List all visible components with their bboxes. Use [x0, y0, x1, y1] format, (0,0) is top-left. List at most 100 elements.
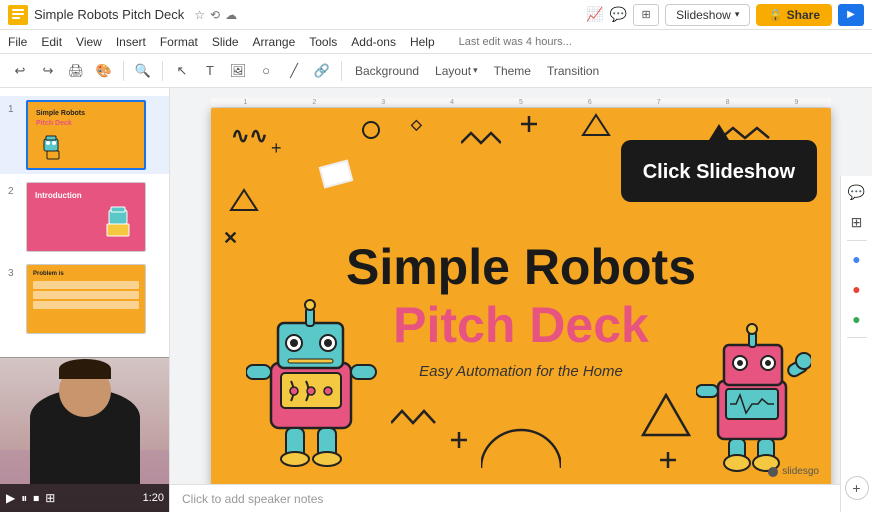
- line-tool[interactable]: ╱: [282, 59, 306, 83]
- last-edit-text: Last edit was 4 hours...: [459, 36, 572, 48]
- slide-image-1: Simple Robots Pitch Deck: [26, 100, 146, 170]
- deco-plus-bottom: [451, 432, 467, 453]
- share-button[interactable]: 🔒 Share: [756, 4, 832, 26]
- menu-help[interactable]: Help: [410, 35, 435, 49]
- undo-button[interactable]: ↩: [8, 59, 32, 83]
- robot-left: [246, 273, 381, 468]
- slides-panel-button[interactable]: ⊞: [845, 210, 869, 234]
- notes-placeholder: Click to add speaker notes: [182, 492, 323, 506]
- slide-thumb-2[interactable]: 2 Introduction: [0, 178, 169, 256]
- grid-layout-icon[interactable]: ⊞: [45, 491, 55, 505]
- toolbar-sep-3: [341, 61, 342, 81]
- slides-logo-icon: [8, 5, 28, 25]
- right-panel: 💬 ⊞ ● ● ● +: [840, 176, 872, 512]
- title-icons: ☆ ⟲ ☁: [194, 8, 237, 22]
- menu-tools[interactable]: Tools: [309, 35, 337, 49]
- link-tool[interactable]: 🔗: [310, 59, 334, 83]
- share-label: Share: [787, 8, 820, 22]
- slide-thumb-3[interactable]: 3 Problem is: [0, 260, 169, 338]
- deco-plus-2: [521, 116, 537, 137]
- history-icon[interactable]: ⟲: [210, 8, 220, 22]
- zoom-button[interactable]: 🔍: [131, 59, 155, 83]
- add-panel-button[interactable]: +: [845, 476, 869, 500]
- print-button[interactable]: 🖨: [64, 59, 88, 83]
- apps-grid-icon: ⊞: [642, 8, 651, 21]
- meet-icon: ▶: [847, 9, 855, 20]
- deco-triangle-bottom: [641, 393, 691, 443]
- slide-num-2: 2: [8, 182, 20, 197]
- document-title[interactable]: Simple Robots Pitch Deck: [34, 7, 184, 22]
- deco-triangle-1: [581, 113, 611, 143]
- menu-slide[interactable]: Slide: [212, 35, 239, 49]
- star-icon[interactable]: ☆: [194, 8, 205, 22]
- slideshow-arrow-icon: ▾: [735, 9, 740, 20]
- apps-button[interactable]: ⊞: [633, 4, 659, 26]
- transition-button[interactable]: Transition: [541, 62, 605, 80]
- menu-edit[interactable]: Edit: [41, 35, 62, 49]
- stop-icon[interactable]: ⏹: [33, 491, 39, 506]
- theme-button[interactable]: Theme: [488, 62, 537, 80]
- transition-label: Transition: [547, 64, 599, 78]
- slide-panel: 1 Simple Robots Pitch Deck 2: [0, 88, 170, 512]
- title-bar: Simple Robots Pitch Deck ☆ ⟲ ☁ 📈 💬 ⊞ Sli…: [0, 0, 872, 30]
- deco-half-circle: [481, 418, 561, 473]
- slideshow-label: Slideshow: [676, 8, 731, 22]
- deco-diamond-1: ◇: [411, 116, 422, 133]
- toolbar-sep-2: [162, 61, 163, 81]
- slidesgo-logo: slidesgo: [767, 466, 819, 478]
- redo-button[interactable]: ↪: [36, 59, 60, 83]
- slide-num-3: 3: [8, 264, 20, 279]
- toolbar-sep-1: [123, 61, 124, 81]
- comment-icon[interactable]: 💬: [610, 6, 627, 23]
- paint-button[interactable]: 🎨: [92, 59, 116, 83]
- deco-rect-white: [319, 159, 354, 188]
- menu-arrange[interactable]: Arrange: [253, 35, 296, 49]
- shape-tool[interactable]: ○: [254, 59, 278, 83]
- explore-button[interactable]: ●: [845, 247, 869, 271]
- menu-bar: File Edit View Insert Format Slide Arran…: [0, 30, 872, 54]
- cloud-icon[interactable]: ☁: [225, 8, 237, 22]
- deco-plus-topright: +: [793, 138, 801, 154]
- slide-image-3: Problem is: [26, 264, 146, 334]
- layout-arrow-icon: ▾: [473, 65, 478, 76]
- webcam-panel: ▶ ⏸ ⏹ ⊞ 1:20: [0, 357, 170, 512]
- notes-bar[interactable]: Click to add speaker notes: [170, 484, 872, 512]
- theme-label: Theme: [494, 64, 531, 78]
- meet-button[interactable]: ▶: [838, 4, 864, 26]
- toolbar: ↩ ↪ 🖨 🎨 🔍 ↖ T 🖼 ○ ╱ 🔗 Background Layout …: [0, 54, 872, 88]
- menu-addons[interactable]: Add-ons: [351, 35, 396, 49]
- slide-image-2: Introduction: [26, 182, 146, 252]
- background-label: Background: [355, 64, 419, 78]
- image-tool[interactable]: 🖼: [226, 59, 250, 83]
- slideshow-button[interactable]: Slideshow ▾: [665, 4, 750, 26]
- menu-view[interactable]: View: [76, 35, 102, 49]
- deco-circle-1: [361, 120, 381, 145]
- right-panel-sep-2: [847, 337, 867, 338]
- robot-right: [696, 303, 811, 473]
- comments-panel-button[interactable]: 💬: [845, 180, 869, 204]
- slide-content: ∿∿ + ◇ +: [211, 108, 831, 488]
- menu-insert[interactable]: Insert: [116, 35, 146, 49]
- ruler-top: 1 2 3 4 5 6 7 8 9: [211, 98, 831, 108]
- maps-button[interactable]: ●: [845, 307, 869, 331]
- background-button[interactable]: Background: [349, 62, 425, 80]
- play-pause-icon[interactable]: ▶: [6, 491, 15, 505]
- deco-zigzag-topleft: ∿∿: [231, 123, 268, 149]
- canvas-area: 1 2 3 4 5 6 7 8 9 Click Slideshow ∿∿ +: [170, 88, 872, 512]
- slide-thumb-1[interactable]: 1 Simple Robots Pitch Deck: [0, 96, 169, 174]
- account-button[interactable]: ●: [845, 277, 869, 301]
- cursor-tool[interactable]: ↖: [170, 59, 194, 83]
- right-panel-sep-1: [847, 240, 867, 241]
- layout-label: Layout: [435, 64, 471, 78]
- pause-icon[interactable]: ⏸: [21, 491, 27, 506]
- slide-num-1: 1: [8, 100, 20, 115]
- main-area: 1 Simple Robots Pitch Deck 2: [0, 88, 872, 512]
- textbox-tool[interactable]: T: [198, 59, 222, 83]
- menu-format[interactable]: Format: [160, 35, 198, 49]
- slide-canvas[interactable]: ∿∿ + ◇ +: [211, 108, 831, 488]
- deco-plus-bottomright: [660, 452, 676, 473]
- layout-button[interactable]: Layout ▾: [429, 62, 484, 80]
- menu-file[interactable]: File: [8, 35, 27, 49]
- analytics-icon[interactable]: 📈: [586, 6, 603, 23]
- deco-plus-topleft: +: [271, 138, 282, 159]
